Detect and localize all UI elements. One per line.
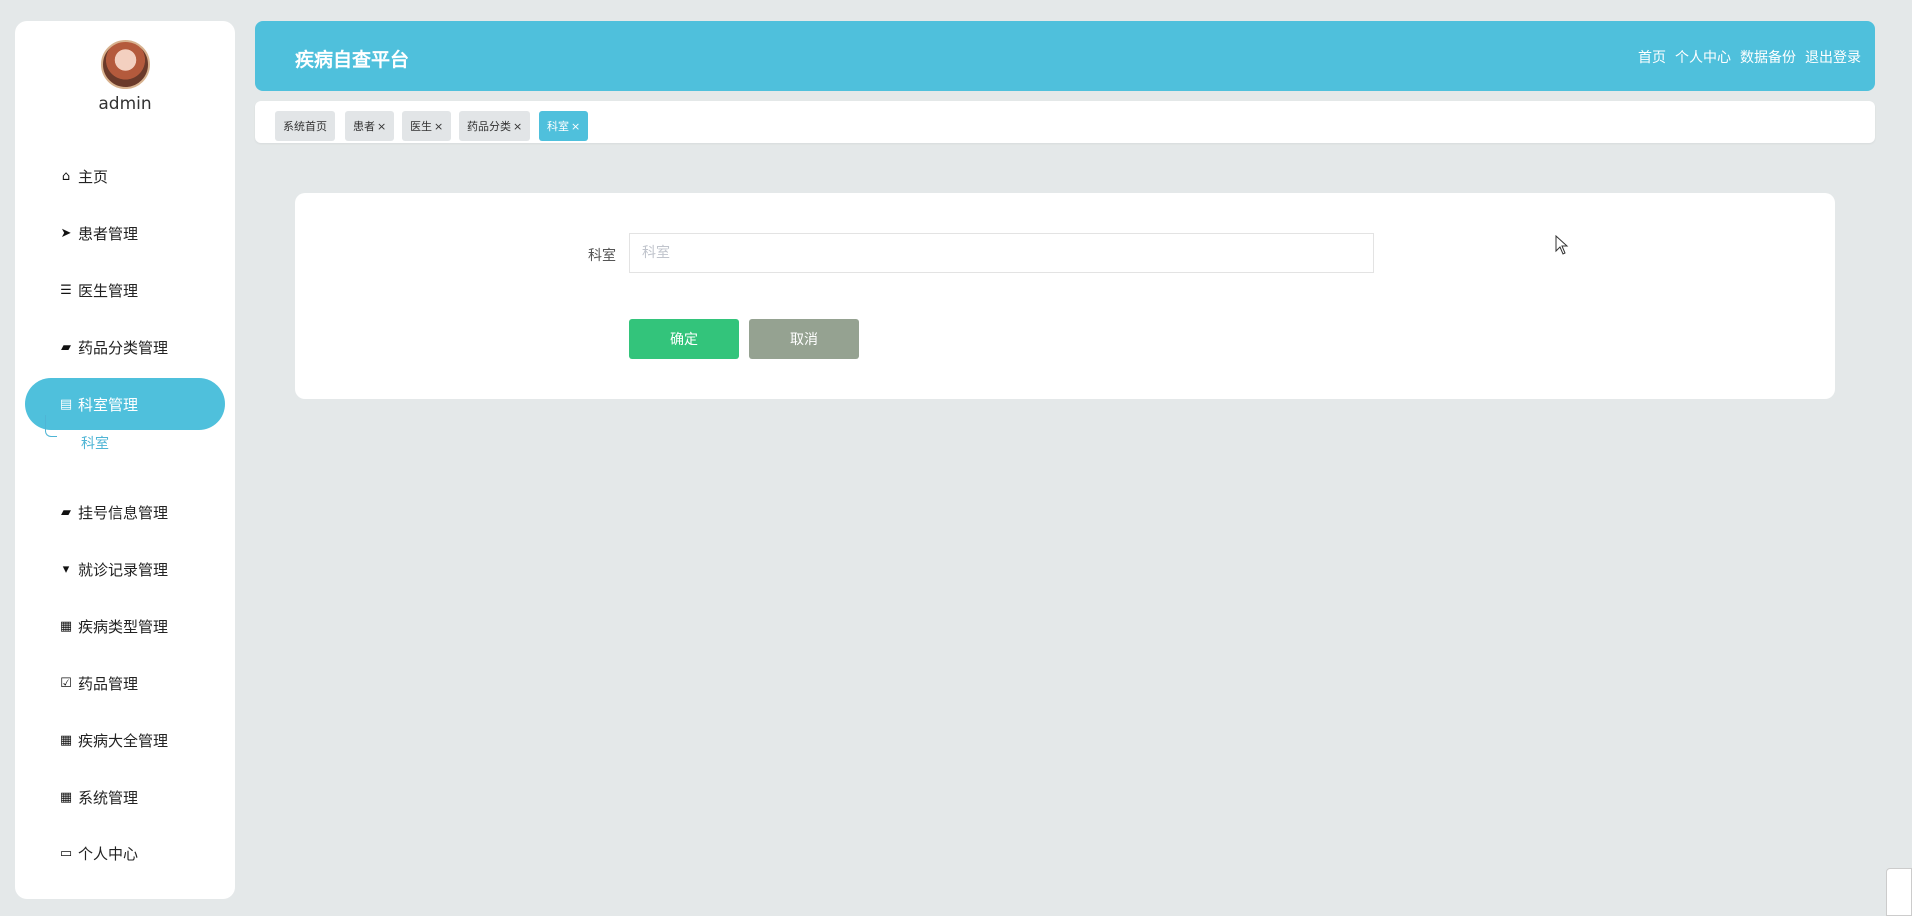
sidebar-item-label: 患者管理 [78, 224, 139, 243]
header-link-logout[interactable]: 退出登录 [1805, 47, 1861, 67]
mouse-cursor-icon [1555, 235, 1569, 255]
sidebar-item-home[interactable]: ⌂ 主页 [25, 150, 225, 202]
tab-label: 系统首页 [283, 120, 327, 133]
tab-patients[interactable]: 患者 × [345, 111, 395, 141]
sidebar-item-label: 挂号信息管理 [78, 503, 169, 522]
sidebar-item-label: 医生管理 [78, 281, 139, 300]
sidebar-item-label: 疾病类型管理 [78, 617, 169, 636]
sidebar-item-label: 药品分类管理 [78, 338, 169, 357]
department-field-label: 科室 [588, 248, 616, 264]
grid-icon: ▦ [59, 618, 73, 634]
header-link-home[interactable]: 首页 [1638, 47, 1666, 67]
header-link-profile[interactable]: 个人中心 [1675, 47, 1731, 67]
close-icon[interactable]: × [377, 120, 386, 133]
confirm-button[interactable]: 确定 [629, 319, 739, 359]
close-icon[interactable]: × [513, 120, 522, 133]
floating-widget[interactable] [1886, 868, 1912, 916]
sidebar: admin ⌂ 主页 ➤ 患者管理 ☰ 医生管理 ▰ 药品分类管理 ▤ 科室管理… [15, 21, 235, 899]
tab-bar: 系统首页 患者 × 医生 × 药品分类 × 科室 × [255, 101, 1875, 143]
sidebar-item-label: 主页 [78, 167, 109, 186]
tab-department[interactable]: 科室 × [539, 111, 589, 141]
submenu-item-department[interactable]: 科室 [81, 433, 109, 453]
briefcase-icon: ▰ [61, 339, 71, 355]
tab-system-home[interactable]: 系统首页 [275, 111, 335, 141]
header-link-backup[interactable]: 数据备份 [1740, 47, 1796, 67]
tab-label: 患者 [353, 120, 375, 133]
tab-label: 药品分类 [467, 120, 511, 133]
sidebar-item-doctors[interactable]: ☰ 医生管理 [25, 264, 225, 316]
department-input[interactable] [629, 233, 1374, 273]
sidebar-item-label: 科室管理 [78, 395, 139, 414]
send-icon: ➤ [60, 225, 72, 241]
grid-icon: ▦ [59, 732, 73, 748]
tab-drug-category[interactable]: 药品分类 × [459, 111, 531, 141]
clipboard-check-icon: ☑ [60, 675, 72, 691]
close-icon[interactable]: × [434, 120, 443, 133]
sidebar-item-profile[interactable]: ▭ 个人中心 [25, 827, 225, 879]
sidebar-item-drug-category[interactable]: ▰ 药品分类管理 [25, 321, 225, 373]
tab-label: 科室 [547, 120, 569, 133]
wallet-icon: ▰ [61, 504, 71, 520]
sidebar-item-patients[interactable]: ➤ 患者管理 [25, 207, 225, 259]
sidebar-item-registration[interactable]: ▰ 挂号信息管理 [25, 486, 225, 538]
sidebar-item-system[interactable]: ▦ 系统管理 [25, 771, 225, 823]
header-nav: 首页 个人中心 数据备份 退出登录 [1638, 47, 1861, 67]
clipboard-icon: ▤ [59, 396, 73, 412]
top-header: 疾病自查平台 首页 个人中心 数据备份 退出登录 [255, 21, 1875, 91]
sidebar-item-label: 药品管理 [78, 674, 139, 693]
tab-label: 医生 [410, 120, 432, 133]
submenu-connector [45, 415, 57, 437]
cancel-button[interactable]: 取消 [749, 319, 859, 359]
sidebar-item-disease-encyclopedia[interactable]: ▦ 疾病大全管理 [25, 714, 225, 766]
sidebar-item-label: 个人中心 [78, 844, 139, 863]
list-icon: ☰ [60, 282, 72, 298]
tab-doctors[interactable]: 医生 × [402, 111, 452, 141]
sidebar-item-label: 就诊记录管理 [78, 560, 169, 579]
sidebar-item-drugs[interactable]: ☑ 药品管理 [25, 657, 225, 709]
username: admin [98, 94, 152, 114]
app-title: 疾病自查平台 [295, 49, 410, 71]
sidebar-item-label: 疾病大全管理 [78, 731, 169, 750]
grid-icon: ▦ [59, 789, 73, 805]
form-panel: 科室 确定 取消 [295, 193, 1835, 399]
home-icon: ⌂ [61, 168, 71, 184]
sidebar-item-visit-records[interactable]: ▾ 就诊记录管理 [25, 543, 225, 595]
sidebar-item-disease-type[interactable]: ▦ 疾病类型管理 [25, 600, 225, 652]
avatar[interactable] [101, 40, 150, 89]
close-icon[interactable]: × [571, 120, 580, 133]
card-icon: ▭ [59, 845, 73, 861]
paint-icon: ▾ [62, 561, 70, 577]
sidebar-item-label: 系统管理 [78, 788, 139, 807]
